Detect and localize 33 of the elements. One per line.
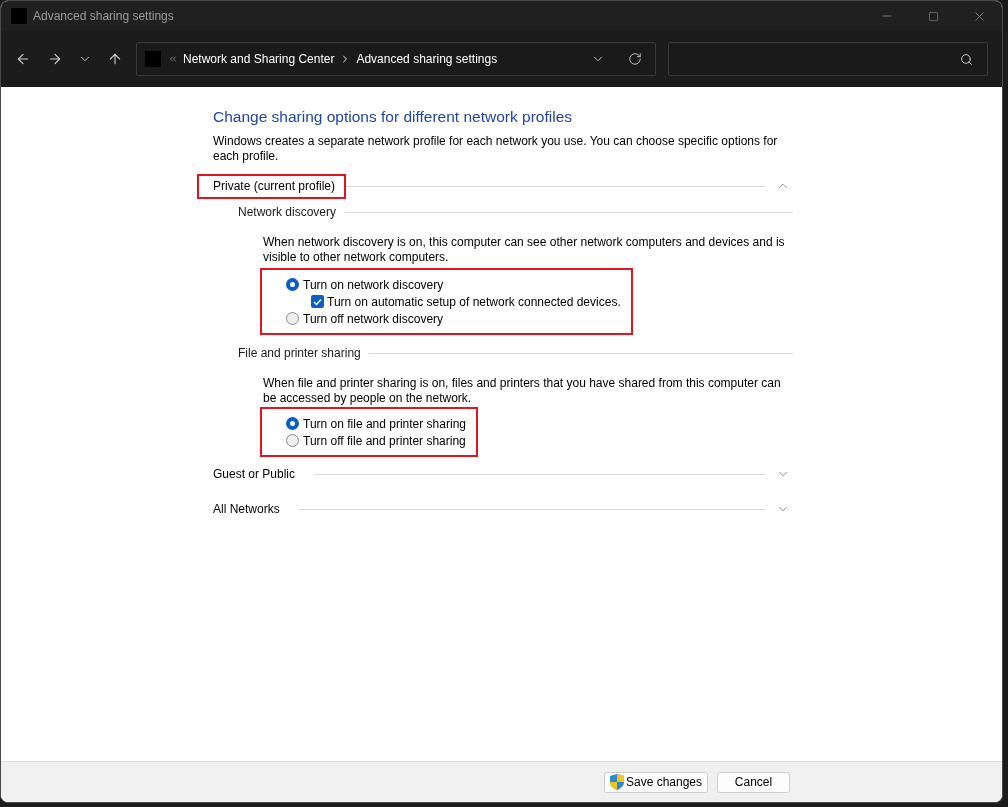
profile-title[interactable]: All Networks xyxy=(213,501,280,516)
window-title: Advanced sharing settings xyxy=(33,9,174,23)
maximize-icon xyxy=(927,10,939,22)
search-field[interactable] xyxy=(668,42,988,76)
page-heading: Change sharing options for different network profiles xyxy=(213,108,573,126)
option-label[interactable]: Turn on file and printer sharing xyxy=(303,416,466,431)
profile-title[interactable]: Private (current profile) xyxy=(213,178,336,193)
page-description: Windows creates a separate network profile for each network you use. You can choose specific options for each profile. xyxy=(213,134,779,164)
arrow-right-icon xyxy=(47,51,63,67)
option-label[interactable]: Turn off file and printer sharing xyxy=(303,433,466,448)
save-button[interactable]: Save changes xyxy=(604,771,708,793)
option-label[interactable]: Turn off network discovery xyxy=(303,311,444,326)
double-chevron-icon[interactable] xyxy=(168,54,178,64)
radio-button[interactable] xyxy=(286,434,299,447)
section-title: File and printer sharing xyxy=(238,346,361,360)
radio-button[interactable] xyxy=(286,417,299,430)
search-icon[interactable] xyxy=(960,52,973,66)
option-label[interactable]: Turn on network discovery xyxy=(303,277,444,292)
section-description: When network discovery is on, this computer can see other network computers and devices and is visible to other network computers. xyxy=(263,235,786,265)
breadcrumb-item[interactable]: Network and Sharing Center xyxy=(183,52,335,66)
option-label[interactable]: Turn on automatic setup of network connected devices. xyxy=(327,294,621,309)
square-icon xyxy=(145,51,161,67)
checkbox[interactable] xyxy=(311,295,324,308)
cancel-button[interactable]: Cancel xyxy=(717,771,790,793)
breadcrumb-item[interactable]: Advanced sharing settings xyxy=(356,52,498,66)
radio-button[interactable] xyxy=(286,278,299,291)
section-title: Network discovery xyxy=(238,205,337,219)
refresh-icon xyxy=(628,52,642,66)
address-bar[interactable]: Network and Sharing Center Advanced sharing settings xyxy=(136,42,656,76)
radio-button[interactable] xyxy=(286,312,299,325)
section-description: When file and printer sharing is on, files and printers that you have shared from this computer can be accessed by people on the network. xyxy=(263,376,782,406)
square-icon xyxy=(11,8,27,24)
profile-title[interactable]: Guest or Public xyxy=(213,466,296,481)
